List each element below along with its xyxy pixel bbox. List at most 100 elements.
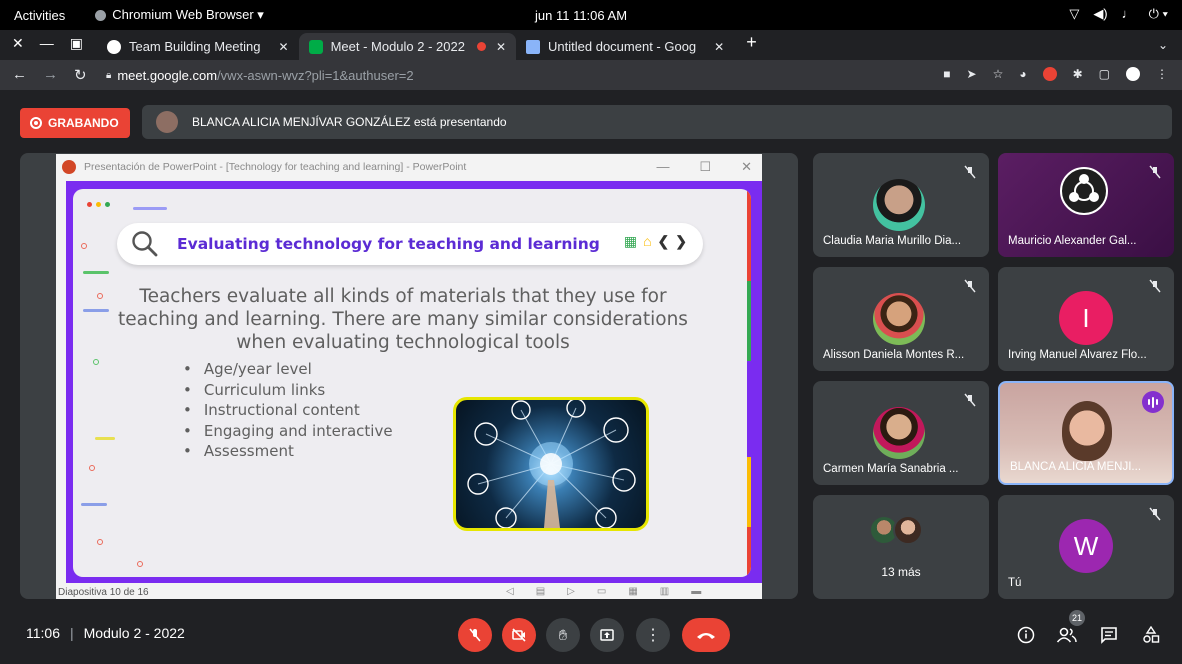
meeting-details-button[interactable] <box>1013 622 1039 648</box>
extension-icons: ■ ➤ ☆ ◕ ✱ ▢ ⋮ <box>943 67 1168 81</box>
camera-icon[interactable]: ■ <box>943 67 950 81</box>
meeting-name: Modulo 2 - 2022 <box>83 625 185 641</box>
system-tray[interactable]: ▽ ◀) ♩ ⏻ ▾ <box>1069 6 1168 22</box>
chat-button[interactable] <box>1096 622 1122 648</box>
participant-tile[interactable]: Mauricio Alexander Gal... <box>998 153 1174 257</box>
chevron-right-icon: ❯ <box>675 233 687 249</box>
close-icon: ✕ <box>741 159 752 174</box>
recording-badge[interactable]: GRABANDO <box>20 108 130 138</box>
close-window-icon[interactable]: ✕ <box>12 35 24 52</box>
new-tab-button[interactable]: + <box>734 32 769 60</box>
maximize-icon: ☐ <box>699 159 712 174</box>
present-screen-button[interactable] <box>590 618 624 652</box>
participant-name: Claudia Maria Murillo Dia... <box>823 235 962 247</box>
nav-buttons: ← → ↻ <box>0 66 110 84</box>
more-options-button[interactable]: ⋮ <box>636 618 670 652</box>
activities-shapes-icon <box>1143 626 1160 643</box>
body-line: Teachers evaluate all kinds of materials… <box>139 286 667 307</box>
raise-hand-button[interactable]: ✋︎ <box>546 618 580 652</box>
chrome-icon <box>106 39 121 54</box>
url-host: meet.google.com <box>117 67 218 83</box>
grouped-avatars <box>869 515 923 545</box>
minimize-window-icon[interactable]: — <box>40 35 54 52</box>
participant-name: Carmen María Sanabria ... <box>823 463 959 475</box>
slide-sorter-icon: ▦ <box>628 586 638 597</box>
participant-tile[interactable]: I Irving Manuel Alvarez Flo... <box>998 267 1174 371</box>
close-tab-icon[interactable]: ✕ <box>279 40 289 54</box>
self-letter-avatar: W <box>1059 519 1113 573</box>
microphone-toggle-button[interactable] <box>458 618 492 652</box>
participant-tile-speaking[interactable]: BLANCA ALICIA MENJÍ... <box>998 381 1174 485</box>
minimize-icon: — <box>656 159 670 174</box>
tab-strip: ✕ — ▣ Team Building Meeting ✕ Meet - Mod… <box>0 30 1182 60</box>
participant-name: BLANCA ALICIA MENJÍ... <box>1010 461 1142 473</box>
meet-icon <box>308 39 323 54</box>
tab-meet[interactable]: Meet - Modulo 2 - 2022 ✕ <box>298 33 517 60</box>
back-icon[interactable]: ← <box>12 66 27 84</box>
normal-view-icon: ▭ <box>596 586 607 597</box>
participant-avatar <box>873 407 925 459</box>
kebab-menu-icon[interactable]: ⋮ <box>1156 67 1168 81</box>
side-panel-icon[interactable]: ▢ <box>1099 67 1110 81</box>
close-tab-icon[interactable]: ✕ <box>496 40 506 54</box>
tab-team-building[interactable]: Team Building Meeting ✕ <box>97 33 299 60</box>
extensions-puzzle-icon[interactable]: ✱ <box>1073 67 1083 81</box>
powerpoint-window: Presentación de PowerPoint - [Technology… <box>56 154 762 599</box>
leave-call-button[interactable] <box>682 618 730 652</box>
reload-icon[interactable]: ↻ <box>74 66 87 84</box>
reading-view-icon: ▥ <box>659 586 670 597</box>
bullet-item: Engaging and interactive <box>183 421 393 442</box>
mic-off-icon <box>964 393 976 407</box>
obs-logo-icon <box>1060 167 1108 215</box>
chevron-left-icon: ❮ <box>657 233 670 249</box>
close-tab-icon[interactable]: ✕ <box>714 40 724 54</box>
body-line: when evaluating technological tools <box>236 332 570 353</box>
maximize-window-icon[interactable]: ▣ <box>70 35 83 52</box>
participant-tile[interactable]: Carmen María Sanabria ... <box>813 381 989 485</box>
more-participants-tile[interactable]: 13 más <box>813 495 989 599</box>
browser-toolbar: ← → ↻ 🔒︎ meet.google.com/vwx-aswn-wvz?pl… <box>0 60 1182 90</box>
profile-avatar-icon[interactable] <box>1126 67 1140 81</box>
slide-bullet-list: Age/year level Curriculum links Instruct… <box>183 359 393 462</box>
slide-frame: Evaluating technology for teaching and l… <box>66 181 762 583</box>
ppt-view-buttons: ◁ ▤ ▷ ▭ ▦ ▥ ▬ <box>506 586 701 597</box>
tab-untitled-document[interactable]: Untitled document - Goog ✕ <box>516 33 734 60</box>
system-clock[interactable]: jun 11 11:06 AM <box>535 8 627 23</box>
meeting-time: 11:06 <box>26 625 60 641</box>
mic-off-icon <box>1149 279 1161 293</box>
extension-record-icon[interactable] <box>1042 67 1057 81</box>
activities-button[interactable] <box>1138 622 1164 648</box>
recording-indicator-icon <box>476 42 486 51</box>
prev-slide-icon: ◁ <box>506 586 514 597</box>
mic-off-icon <box>1149 165 1161 179</box>
menu-icon: ▤ <box>535 586 546 597</box>
url-path: /vwx-aswn-wvz?pli=1&authuser=2 <box>217 67 414 83</box>
tab-title: Meet - Modulo 2 - 2022 <box>330 39 465 54</box>
power-icon: ⏻ ▾ <box>1148 6 1168 21</box>
tab-title: Untitled document - Goog <box>548 39 697 54</box>
participant-tile[interactable]: Claudia Maria Murillo Dia... <box>813 153 989 257</box>
self-tile[interactable]: W Tú <box>998 495 1174 599</box>
mic-off-icon <box>1149 507 1161 521</box>
record-icon <box>30 117 42 129</box>
slide-search-bar: Evaluating technology for teaching and l… <box>117 223 703 265</box>
share-icon[interactable]: ➤ <box>967 67 977 81</box>
slide-body-text: Teachers evaluate all kinds of materials… <box>103 285 703 354</box>
activities-button[interactable]: Activities <box>0 8 77 23</box>
extension-cat-icon[interactable]: ◕ <box>1019 67 1026 81</box>
participant-letter-avatar: I <box>1059 291 1113 345</box>
home-icon: ⌂ <box>643 233 652 249</box>
camera-toggle-button[interactable] <box>502 618 536 652</box>
participant-name: Mauricio Alexander Gal... <box>1008 235 1137 247</box>
bookmark-star-icon[interactable]: ☆ <box>993 67 1004 81</box>
tab-search-icon[interactable]: ⌄ <box>1158 38 1168 52</box>
wifi-icon: ▽ <box>1069 6 1080 21</box>
forward-icon[interactable]: → <box>43 66 58 84</box>
hand-icon: ✋︎ <box>558 626 568 644</box>
participant-tile[interactable]: Alisson Daniela Montes R... <box>813 267 989 371</box>
participant-name: Tú <box>1008 577 1022 589</box>
bullet-item: Instructional content <box>183 400 393 421</box>
lock-icon: 🔒︎ <box>106 69 112 81</box>
app-menu[interactable]: Chromium Web Browser ▾ <box>77 7 264 23</box>
people-count-badge: 21 <box>1069 610 1085 626</box>
